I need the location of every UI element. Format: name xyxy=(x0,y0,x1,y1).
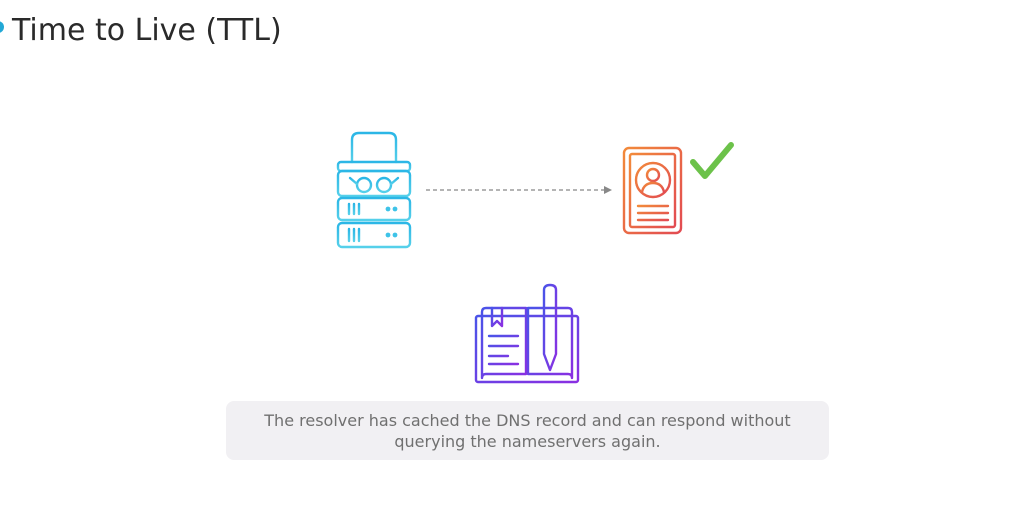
caption-text: The resolver has cached the DNS record a… xyxy=(264,410,791,451)
dashed-arrow xyxy=(426,186,612,194)
id-card-icon xyxy=(622,146,683,235)
server-with-glasses-icon xyxy=(336,131,412,249)
page-title: Time to Live (TTL) xyxy=(12,13,282,48)
title-accent-dot xyxy=(0,21,4,33)
checkmark-icon xyxy=(690,142,734,179)
caption-box: The resolver has cached the DNS record a… xyxy=(226,401,829,460)
book-with-pen-icon xyxy=(474,283,580,384)
